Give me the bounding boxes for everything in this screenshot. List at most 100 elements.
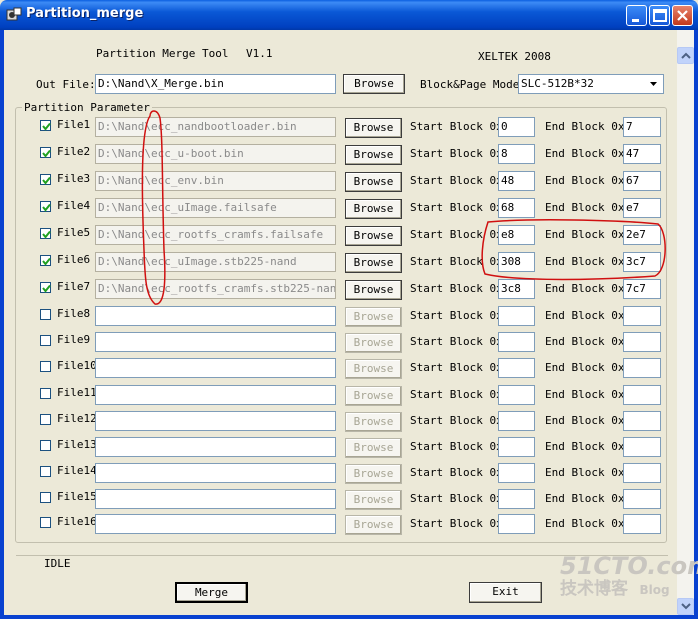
file-browse-button[interactable]: Browse (345, 118, 402, 138)
file-path-input[interactable]: D:\Nand\ecc_rootfs_cramfs.failsafe (95, 225, 336, 245)
start-block-input[interactable]: 0 (498, 117, 535, 137)
close-button[interactable] (672, 5, 693, 26)
start-block-input[interactable]: 3c8 (498, 279, 535, 299)
start-block-input[interactable]: e8 (498, 225, 535, 245)
exit-button[interactable]: Exit (469, 582, 542, 603)
file-browse-button[interactable]: Browse (345, 253, 402, 273)
file-path-input[interactable] (95, 385, 336, 405)
file-checkbox[interactable] (40, 361, 51, 372)
file-browse-button[interactable]: Browse (345, 464, 402, 484)
file-checkbox[interactable] (40, 228, 51, 239)
end-block-input[interactable] (623, 437, 661, 457)
file-browse-button[interactable]: Browse (345, 359, 402, 379)
file-browse-button[interactable]: Browse (345, 307, 402, 327)
end-block-input[interactable] (623, 358, 661, 378)
start-block-input[interactable]: 308 (498, 252, 535, 272)
start-block-input[interactable]: 68 (498, 198, 535, 218)
start-block-input[interactable] (498, 489, 535, 509)
mode-select[interactable]: SLC-512B*32 (518, 74, 664, 94)
merge-button[interactable]: Merge (175, 582, 248, 603)
file-checkbox[interactable] (40, 120, 51, 131)
file-checkbox[interactable] (40, 282, 51, 293)
file-checkbox[interactable] (40, 440, 51, 451)
file-checkbox[interactable] (40, 466, 51, 477)
file-checkbox[interactable] (40, 201, 51, 212)
start-block-input[interactable] (498, 306, 535, 326)
out-file-browse-button[interactable]: Browse (343, 74, 405, 94)
file-label: File8 (57, 307, 91, 320)
end-block-input[interactable] (623, 514, 661, 534)
file-path-input[interactable] (95, 306, 336, 326)
app-icon[interactable] (6, 7, 22, 23)
file-path-input[interactable] (95, 437, 336, 457)
vertical-scrollbar[interactable] (677, 30, 694, 615)
file-checkbox[interactable] (40, 174, 51, 185)
file-checkbox[interactable] (40, 414, 51, 425)
start-block-input[interactable]: 8 (498, 144, 535, 164)
file-path-input[interactable] (95, 514, 336, 534)
end-block-label: End Block 0x (545, 120, 625, 133)
file-browse-button[interactable]: Browse (345, 438, 402, 458)
file-checkbox[interactable] (40, 309, 51, 320)
file-checkbox[interactable] (40, 517, 51, 528)
scroll-down-button[interactable] (677, 598, 694, 615)
start-block-input[interactable]: 48 (498, 171, 535, 191)
file-browse-button[interactable]: Browse (345, 226, 402, 246)
end-block-input[interactable] (623, 411, 661, 431)
start-block-input[interactable] (498, 411, 535, 431)
end-block-input[interactable]: 7 (623, 117, 661, 137)
minimize-button[interactable] (626, 5, 647, 26)
file-path-input[interactable] (95, 463, 336, 483)
start-block-input[interactable] (498, 463, 535, 483)
file-path-input[interactable] (95, 358, 336, 378)
file-path-input[interactable] (95, 411, 336, 431)
file-label: File3 (57, 172, 91, 185)
file-checkbox[interactable] (40, 492, 51, 503)
start-block-input[interactable] (498, 358, 535, 378)
file-path-input[interactable]: D:\Nand\ecc_uImage.stb225-nand (95, 252, 336, 272)
start-block-input[interactable] (498, 437, 535, 457)
out-file-input[interactable]: D:\Nand\X_Merge.bin (95, 74, 336, 94)
end-block-input[interactable] (623, 332, 661, 352)
mode-dropdown-button[interactable] (645, 76, 662, 92)
end-block-input[interactable]: 2e7 (623, 225, 661, 245)
end-block-input[interactable]: 67 (623, 171, 661, 191)
file-browse-button[interactable]: Browse (345, 145, 402, 165)
file-browse-button[interactable]: Browse (345, 386, 402, 406)
file-path-input[interactable]: D:\Nand\ecc_uImage.failsafe (95, 198, 336, 218)
file-path-input[interactable]: D:\Nand\ecc_u-boot.bin (95, 144, 336, 164)
end-block-input[interactable] (623, 306, 661, 326)
end-block-input[interactable] (623, 385, 661, 405)
file-browse-button[interactable]: Browse (345, 412, 402, 432)
file-path-input[interactable]: D:\Nand\ecc_rootfs_cramfs.stb225-nand.b (95, 279, 336, 299)
start-block-input[interactable] (498, 385, 535, 405)
end-block-input[interactable]: e7 (623, 198, 661, 218)
file-path-input[interactable] (95, 489, 336, 509)
file-path-input[interactable] (95, 332, 336, 352)
end-block-input[interactable] (623, 463, 661, 483)
file-browse-button[interactable]: Browse (345, 515, 402, 535)
chevron-down-icon (681, 603, 691, 610)
end-block-input[interactable]: 3c7 (623, 252, 661, 272)
start-block-label: Start Block 0x (410, 440, 503, 453)
file-browse-button[interactable]: Browse (345, 199, 402, 219)
start-block-label: Start Block 0x (410, 466, 503, 479)
end-block-input[interactable]: 47 (623, 144, 661, 164)
file-checkbox[interactable] (40, 388, 51, 399)
file-browse-button[interactable]: Browse (345, 490, 402, 510)
start-block-input[interactable] (498, 332, 535, 352)
file-checkbox[interactable] (40, 147, 51, 158)
window-frame-left (0, 30, 4, 619)
file-path-input[interactable]: D:\Nand\ecc_env.bin (95, 171, 336, 191)
file-checkbox[interactable] (40, 255, 51, 266)
start-block-input[interactable] (498, 514, 535, 534)
file-checkbox[interactable] (40, 335, 51, 346)
file-path-input[interactable]: D:\Nand\ecc_nandbootloader.bin (95, 117, 336, 137)
end-block-input[interactable] (623, 489, 661, 509)
file-browse-button[interactable]: Browse (345, 333, 402, 353)
file-browse-button[interactable]: Browse (345, 172, 402, 192)
file-browse-button[interactable]: Browse (345, 280, 402, 300)
scroll-up-button[interactable] (677, 47, 694, 64)
end-block-input[interactable]: 7c7 (623, 279, 661, 299)
maximize-button[interactable] (649, 5, 670, 26)
